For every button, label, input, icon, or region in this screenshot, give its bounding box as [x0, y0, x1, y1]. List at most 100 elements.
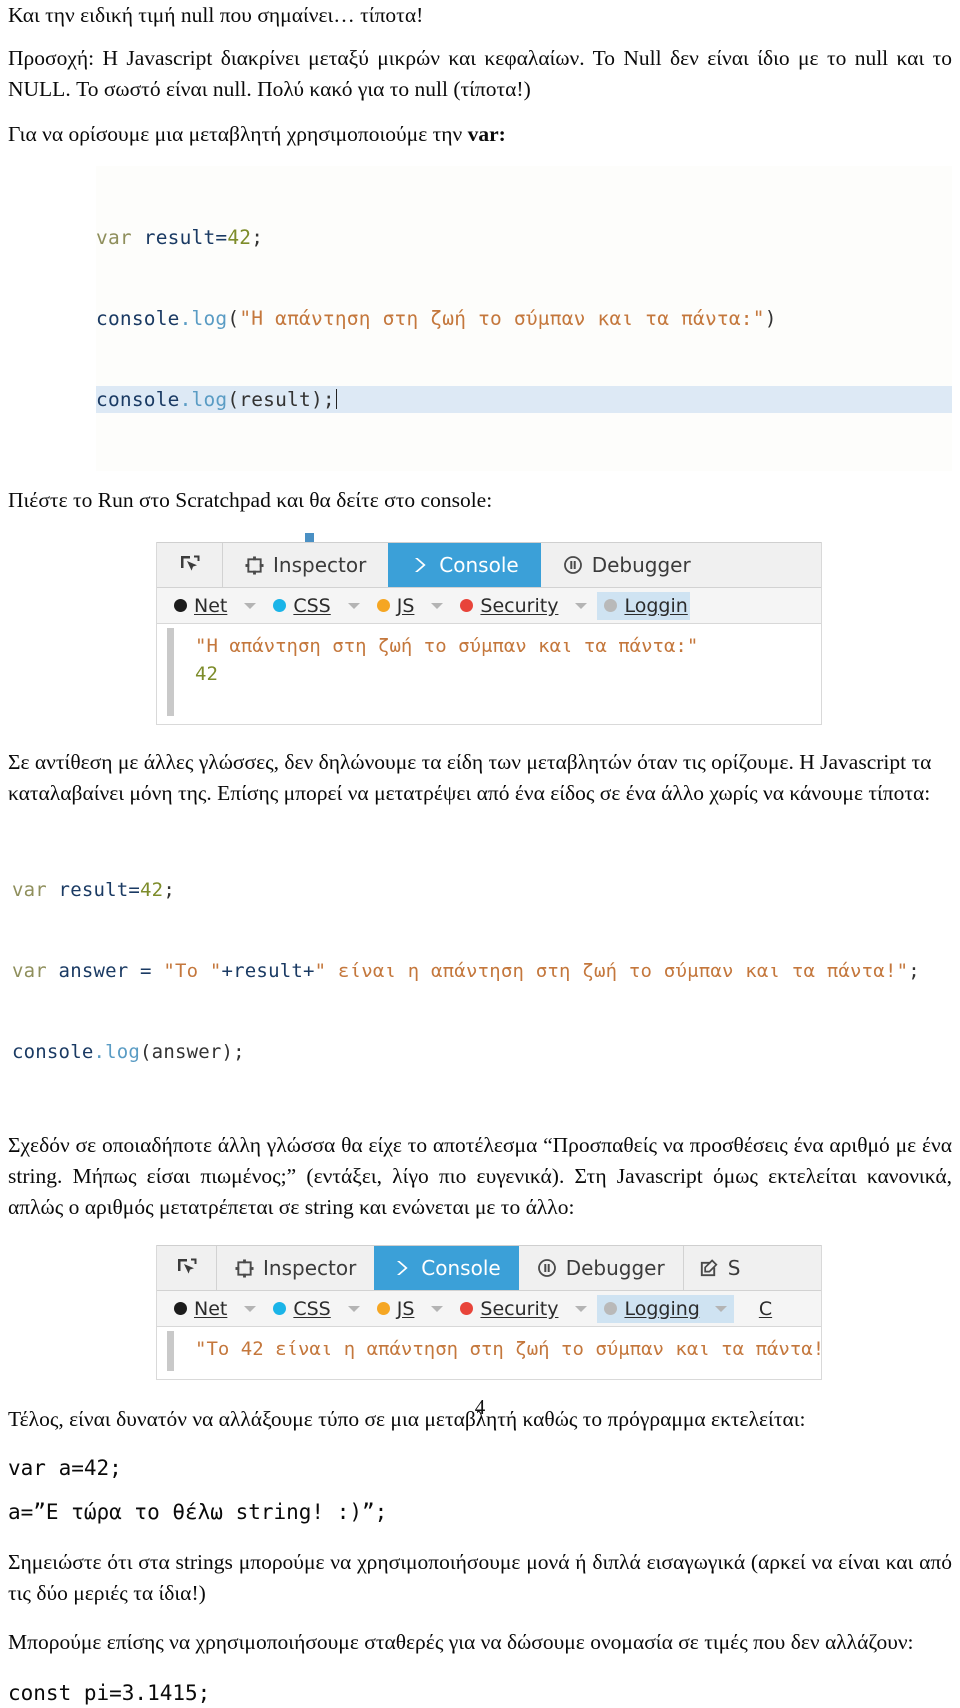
filter-css-2[interactable]: CSS: [266, 1295, 337, 1323]
filter-js-2[interactable]: JS: [370, 1295, 422, 1323]
code2-line-2: var answer = "Το "+result+" είναι η απάν…: [12, 958, 952, 985]
code2-call-answer: (answer);: [140, 1041, 245, 1063]
code-keyword-var: var: [96, 226, 132, 249]
element-picker-button-2[interactable]: [157, 1246, 217, 1290]
js-dot-icon: [376, 599, 390, 612]
filter-css-label-2: CSS: [293, 1297, 331, 1320]
tab-console-label-1: Console: [439, 553, 519, 577]
filter-truncated-2[interactable]: C: [752, 1295, 779, 1323]
filter-net-2[interactable]: Net: [167, 1295, 234, 1323]
filter-css-1[interactable]: CSS: [266, 592, 337, 620]
code-paren-close: ): [764, 307, 777, 330]
devtools-screenshot-1: Inspector Console Debugger Net CSS JS Se…: [156, 533, 822, 725]
code2-identifier-answer: answer =: [46, 960, 164, 982]
document-page: Και την ειδική τιμή null που σημαίνει… τ…: [0, 0, 960, 1705]
chevron-down-icon-css[interactable]: [347, 602, 360, 609]
filter-js-label-1: JS: [396, 594, 415, 617]
chevron-down-icon-js-2[interactable]: [431, 1305, 444, 1312]
chevron-down-icon-security[interactable]: [575, 602, 588, 609]
tab-debugger-1[interactable]: Debugger: [540, 543, 713, 587]
tab-console-2[interactable]: Console: [374, 1246, 519, 1290]
code-line-3-highlighted: console.log(result);: [96, 386, 952, 413]
code-semicolon: ;: [251, 226, 264, 249]
code2-number-42: 42: [140, 879, 164, 901]
text-caret: [335, 389, 337, 409]
scratchpad-icon: [698, 1258, 719, 1279]
security-dot-icon: [460, 599, 474, 612]
console-chevron-icon: [410, 555, 430, 575]
tab-console-label-2: Console: [421, 1256, 501, 1280]
code2-string-b: " είναι η απάντηση στη ζωή το σύμπαν και…: [314, 960, 909, 982]
chevron-down-icon-net-2[interactable]: [244, 1305, 257, 1312]
code-number-42: 42: [227, 226, 252, 249]
tab-console-1[interactable]: Console: [388, 543, 541, 587]
filter-logging-label-1: Loggin: [624, 594, 688, 617]
paragraph-5: Σε αντίθεση με άλλες γλώσσες, δεν δηλώνο…: [8, 750, 932, 805]
filter-net-label-1: Net: [194, 594, 228, 617]
filter-logging-1[interactable]: Loggin: [597, 591, 690, 620]
tab-debugger-2[interactable]: Debugger: [518, 1246, 683, 1290]
logging-dot-icon: [604, 599, 618, 612]
code-method-log: .log: [179, 307, 228, 330]
paragraph-3-text: Για να ορίσουμε μια μεταβλητή χρησιμοποι…: [8, 122, 468, 146]
filter-js-1[interactable]: JS: [370, 592, 422, 620]
filter-security-1[interactable]: Security: [453, 592, 565, 620]
code-block-scratchpad-1: var result=42; console.log("Η απάντηση σ…: [96, 166, 952, 471]
inspector-icon: [245, 555, 264, 575]
chevron-down-icon-css-2[interactable]: [347, 1305, 360, 1312]
console-message-string-1: "Η απάντηση στη ζωή το σύμπαν και τα πάν…: [195, 635, 699, 657]
paragraph-9: Μπορούμε επίσης να χρησιμοποιήσουμε σταθ…: [8, 1630, 914, 1654]
tab-inspector-1[interactable]: Inspector: [223, 543, 389, 587]
console-output-panel-2[interactable]: "Το 42 είναι η απάντηση στη ζωή το σύμπα…: [157, 1327, 821, 1379]
filter-security-2[interactable]: Security: [453, 1295, 565, 1323]
debugger-pause-icon: [537, 1258, 557, 1278]
devtools-screenshot-2: Inspector Console Debugger S Net CSS JS …: [156, 1245, 822, 1380]
code-object-console-2: console: [96, 388, 180, 411]
code2-identifier-result: result=: [46, 879, 141, 901]
code2-concat-result: +result+: [221, 960, 315, 982]
panel-drag-nub[interactable]: [305, 533, 314, 542]
filter-net-label-2: Net: [194, 1297, 228, 1320]
tab-debugger-label-1: Debugger: [591, 553, 691, 577]
filter-security-label-2: Security: [480, 1297, 559, 1320]
tab-scratchpad-2[interactable]: S: [682, 1246, 755, 1290]
code2-method-log: .log: [93, 1041, 141, 1063]
debugger-pause-icon: [563, 555, 583, 575]
code-identifier-result: result=: [131, 226, 228, 249]
css-dot-icon: [273, 599, 287, 612]
chevron-down-icon-js[interactable]: [431, 602, 444, 609]
code-method-log-2: .log: [179, 388, 228, 411]
logging-dot-icon: [604, 1302, 618, 1315]
console-output-panel-1[interactable]: "Η απάντηση στη ζωή το σύμπαν και τα πάν…: [157, 624, 821, 724]
net-dot-icon: [174, 1302, 187, 1315]
devtools-filterbar-2: Net CSS JS Security Logging C: [157, 1291, 821, 1327]
tab-inspector-2[interactable]: Inspector: [217, 1246, 375, 1290]
paragraph-8: Σημειώστε ότι στα strings μπορούμε να χρ…: [8, 1550, 952, 1605]
element-picker-icon: [175, 1256, 199, 1280]
js-dot-icon: [376, 1302, 390, 1315]
code2-line-1: var result=42;: [12, 877, 952, 904]
devtools-toolbar-2: Inspector Console Debugger S: [157, 1245, 821, 1291]
tab-scratchpad-label-2: S: [727, 1256, 741, 1280]
filter-js-label-2: JS: [396, 1297, 415, 1320]
code-string-literal: "Η απάντηση στη ζωή το σύμπαν και τα πάν…: [239, 307, 765, 330]
element-picker-button-1[interactable]: [157, 543, 223, 587]
code-block-scratchpad-2: var result=42; var answer = "Το "+result…: [12, 823, 952, 1120]
filter-css-label-1: CSS: [293, 594, 331, 617]
code2-semicolon-2: ;: [908, 960, 920, 982]
css-dot-icon: [273, 1302, 287, 1315]
filter-logging-2[interactable]: Logging: [597, 1294, 734, 1323]
chevron-down-icon-logging-2[interactable]: [714, 1305, 727, 1312]
paragraph-3-keyword: var:: [467, 122, 506, 146]
chevron-down-icon-security-2[interactable]: [575, 1305, 588, 1312]
code-line-2: console.log("Η απάντηση στη ζωή το σύμπα…: [96, 305, 952, 332]
filter-net-1[interactable]: Net: [167, 592, 234, 620]
code2-keyword-var-1: var: [12, 879, 47, 901]
tab-inspector-label-1: Inspector: [273, 553, 367, 577]
plain-code-var-a: var a=42;: [8, 1456, 122, 1480]
element-picker-icon: [178, 553, 202, 577]
plain-code-assign-a: a=”Ε τώρα το θέλω string! :)”;: [8, 1500, 388, 1524]
chevron-down-icon-net[interactable]: [244, 602, 257, 609]
code2-object-console: console: [12, 1041, 94, 1063]
code-line-1: var result=42;: [96, 224, 952, 251]
